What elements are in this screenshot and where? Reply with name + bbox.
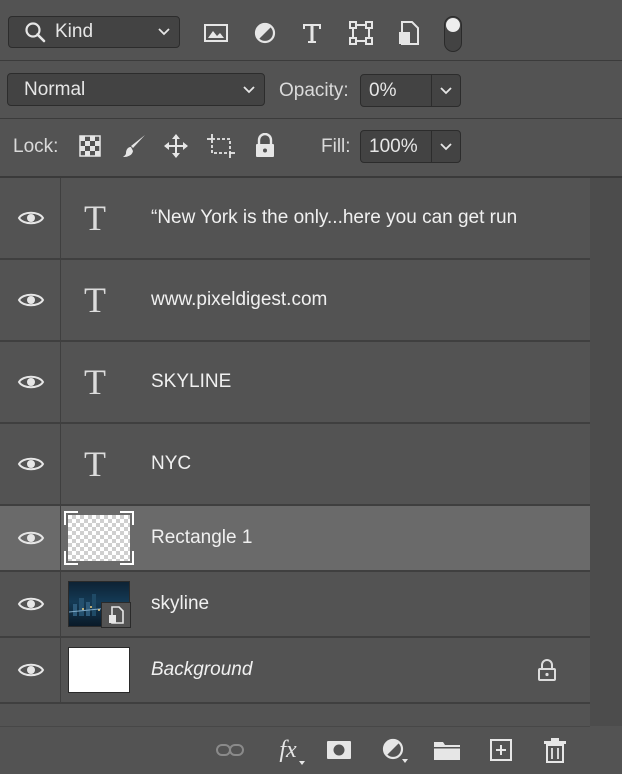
divider (60, 572, 61, 636)
layer-thumbnail[interactable] (68, 581, 131, 628)
layer-row[interactable]: skyline (0, 572, 590, 638)
text-layer-icon: T (84, 280, 106, 320)
layer-row[interactable]: T NYC (0, 424, 590, 506)
image-filter-icon[interactable] (203, 20, 229, 46)
eye-visibility-icon[interactable] (17, 595, 45, 613)
fx-label: fx (279, 736, 297, 763)
layer-name[interactable]: NYC (151, 453, 191, 475)
layer-thumbnail[interactable] (68, 647, 130, 693)
text-layer-icon: T (84, 198, 106, 238)
lock-image-pixels-brush-icon[interactable] (120, 132, 148, 160)
fill-field[interactable]: 100% (360, 130, 461, 163)
divider (60, 638, 61, 702)
opacity-dropdown-button[interactable] (431, 75, 460, 106)
eye-visibility-icon[interactable] (17, 373, 45, 391)
eye-visibility-icon[interactable] (17, 291, 45, 309)
fill-value[interactable]: 100% (361, 136, 431, 158)
lock-label: Lock: (13, 136, 59, 157)
selection-corner (120, 511, 134, 525)
layer-row[interactable]: T SKYLINE (0, 342, 590, 424)
selection-corner (64, 511, 78, 525)
blend-mode-select[interactable]: Normal (7, 73, 265, 106)
lock-artboard-icon[interactable] (207, 132, 235, 160)
fill-label: Fill: (321, 136, 351, 157)
smart-object-badge-icon (101, 602, 131, 628)
delete-layer-icon[interactable] (540, 735, 570, 765)
lock-transparent-pixels-icon[interactable] (76, 132, 104, 160)
selection-corner (120, 551, 134, 565)
lock-all-icon[interactable] (251, 132, 279, 160)
layer-name[interactable]: www.pixeldigest.com (151, 289, 327, 311)
divider (0, 60, 622, 61)
chevron-down-icon (440, 142, 452, 150)
eye-visibility-icon[interactable] (17, 661, 45, 679)
lock-icon[interactable] (537, 658, 557, 682)
eye-visibility-icon[interactable] (17, 455, 45, 473)
smart-object-filter-icon[interactable] (396, 20, 422, 46)
blend-mode-label: Normal (24, 78, 86, 100)
fx-icon[interactable]: fx (271, 735, 305, 765)
opacity-field[interactable]: 0% (360, 74, 461, 107)
layer-row[interactable]: Background (0, 638, 590, 704)
link-layers-icon[interactable] (215, 735, 245, 765)
eye-visibility-icon[interactable] (17, 209, 45, 227)
layer-name[interactable]: Background (151, 659, 252, 681)
kind-filter-select[interactable]: Kind (8, 16, 180, 48)
adjustment-layer-icon[interactable] (380, 735, 410, 765)
divider (60, 424, 61, 504)
shape-filter-icon[interactable] (348, 20, 374, 46)
opacity-label: Opacity: (279, 80, 349, 101)
layer-name[interactable]: Rectangle 1 (151, 527, 252, 549)
divider (60, 506, 61, 570)
text-layer-icon: T (84, 444, 106, 484)
divider (60, 342, 61, 422)
layer-row[interactable]: T “New York is the only...here you can g… (0, 178, 590, 260)
divider (60, 178, 61, 258)
search-icon (25, 22, 46, 43)
chevron-down-icon (243, 85, 255, 93)
filter-toggle-switch[interactable] (444, 16, 462, 52)
layers-scrollbar[interactable] (590, 178, 622, 726)
layer-row[interactable]: T www.pixeldigest.com (0, 260, 590, 342)
chevron-down-icon (440, 86, 452, 94)
layer-name[interactable]: SKYLINE (151, 371, 231, 393)
divider (0, 726, 590, 727)
add-mask-icon[interactable] (324, 735, 354, 765)
layer-name[interactable]: skyline (151, 593, 209, 615)
divider (60, 260, 61, 340)
new-layer-icon[interactable] (486, 735, 516, 765)
chevron-down-icon (158, 28, 170, 36)
opacity-value[interactable]: 0% (361, 80, 431, 102)
layer-thumbnail[interactable] (64, 511, 134, 565)
fill-dropdown-button[interactable] (431, 131, 460, 162)
adjustment-filter-icon[interactable] (252, 20, 278, 46)
layer-name[interactable]: “New York is the only...here you can get… (151, 207, 517, 229)
kind-filter-label: Kind (55, 21, 94, 42)
toggle-knob (446, 18, 460, 32)
selection-corner (64, 551, 78, 565)
new-group-icon[interactable] (432, 735, 462, 765)
text-layer-icon: T (84, 362, 106, 402)
layer-row-selected[interactable]: Rectangle 1 (0, 506, 590, 572)
lock-position-move-icon[interactable] (162, 132, 190, 160)
divider (0, 118, 622, 119)
type-filter-icon[interactable] (299, 20, 325, 46)
eye-visibility-icon[interactable] (17, 529, 45, 547)
